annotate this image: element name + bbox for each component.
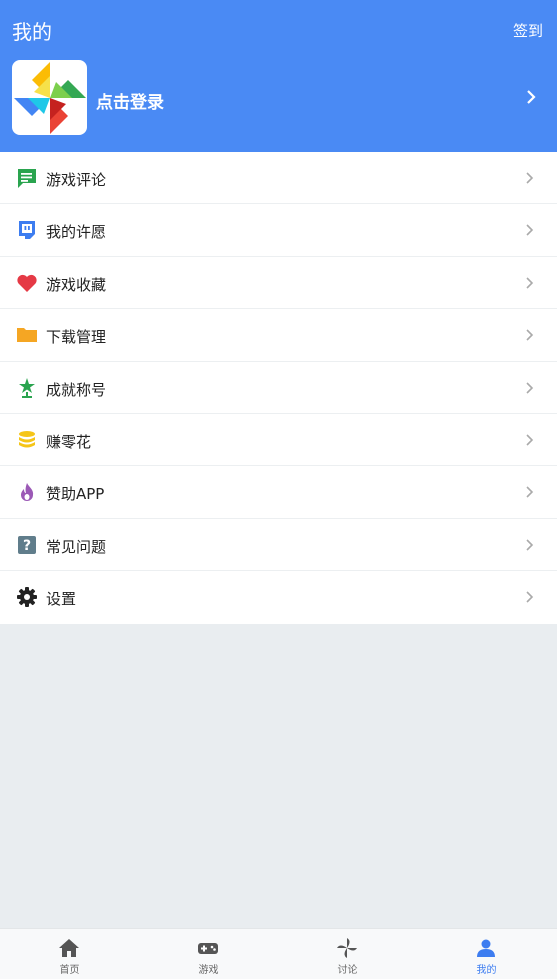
flame-icon (21, 483, 34, 502)
comment-icon (18, 169, 36, 188)
chevron-right-icon (526, 381, 534, 394)
menu-list: 游戏评论 我的许愿 游戏收藏 下载管理 成就称号 赚零花 赞助APP ? 常见问… (0, 152, 557, 624)
header: 我的 签到 点击登录 (0, 0, 557, 152)
menu-item-label: 赞助APP (46, 485, 105, 504)
menu-item-label: 常见问题 (46, 537, 107, 556)
menu-item-favorites[interactable]: 游戏收藏 (0, 257, 557, 310)
chevron-right-icon (526, 224, 534, 236)
menu-item-sponsor[interactable]: 赞助APP (0, 466, 557, 519)
trophy-star-icon (19, 377, 35, 398)
heart-icon (17, 274, 37, 292)
chevron-right-icon (526, 591, 534, 603)
coins-icon (19, 430, 35, 448)
menu-item-label: 游戏评论 (46, 171, 107, 189)
gear-icon (17, 587, 37, 608)
tab-label: 游戏 (198, 965, 219, 976)
menu-item-achievements[interactable]: 成就称号 (0, 362, 557, 414)
wish-bubble-icon (19, 221, 35, 240)
chevron-right-icon (526, 434, 534, 446)
menu-item-faq[interactable]: ? 常见问题 (0, 519, 557, 572)
tab-discussion[interactable]: 讨论 (278, 929, 417, 979)
chevron-right-icon (526, 172, 534, 184)
menu-item-label: 设置 (46, 590, 77, 609)
pinwheel-logo-icon (14, 62, 86, 134)
menu-item-label: 游戏收藏 (46, 275, 107, 294)
login-row[interactable]: 点击登录 (0, 60, 557, 136)
menu-item-downloads[interactable]: 下载管理 (0, 309, 557, 362)
menu-item-label: 下载管理 (46, 328, 107, 347)
chevron-right-icon (527, 90, 536, 104)
page-title: 我的 (12, 20, 52, 44)
chevron-right-icon (526, 329, 534, 341)
login-label: 点击登录 (96, 93, 164, 113)
svg-text:?: ? (23, 538, 31, 554)
menu-item-earn-money[interactable]: 赚零花 (0, 414, 557, 467)
pinwheel-icon (337, 938, 357, 958)
tab-label: 首页 (59, 965, 80, 976)
folder-icon (17, 328, 37, 343)
menu-item-my-wishes[interactable]: 我的许愿 (0, 204, 557, 257)
tab-games[interactable]: 游戏 (139, 929, 278, 979)
tab-home[interactable]: 首页 (0, 929, 139, 979)
chevron-right-icon (526, 486, 534, 498)
bottom-tab-bar: 首页 游戏 讨论 我的 (0, 928, 557, 979)
tab-label: 我的 (476, 965, 497, 976)
gamepad-icon (198, 943, 218, 954)
question-icon: ? (18, 535, 36, 554)
menu-item-settings[interactable]: 设置 (0, 571, 557, 623)
menu-item-game-comments[interactable]: 游戏评论 (0, 152, 557, 205)
chevron-right-icon (526, 277, 534, 289)
menu-item-label: 成就称号 (46, 380, 107, 399)
tab-label: 讨论 (337, 965, 358, 976)
chevron-right-icon (526, 539, 534, 551)
home-icon (59, 939, 79, 957)
avatar (12, 60, 87, 135)
tab-mine[interactable]: 我的 (417, 929, 556, 979)
user-icon (477, 939, 495, 957)
signin-button[interactable]: 签到 (513, 20, 543, 41)
menu-item-label: 我的许愿 (46, 223, 107, 242)
menu-item-label: 赚零花 (46, 432, 92, 451)
